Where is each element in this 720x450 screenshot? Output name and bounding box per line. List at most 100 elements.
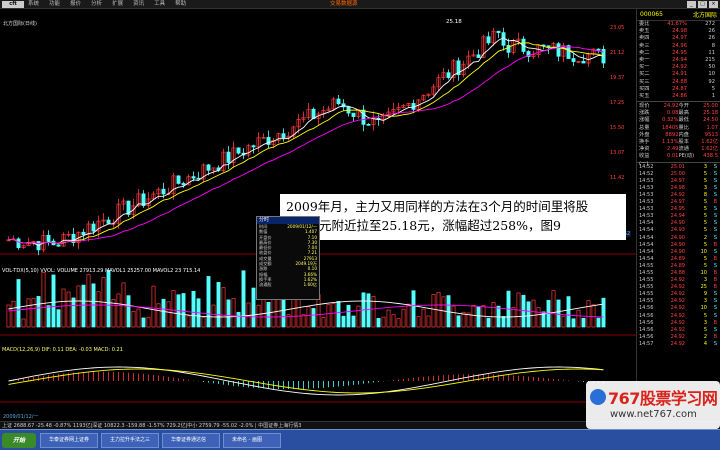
candle-body bbox=[251, 145, 256, 148]
volume-bar bbox=[501, 316, 506, 328]
tick-cell: 24.97 bbox=[670, 199, 685, 206]
taskbar-item[interactable]: 华泰证券通达信 bbox=[162, 433, 220, 448]
tick-row: 14:54 24.90 10 S bbox=[637, 249, 720, 256]
volume-bar bbox=[396, 318, 401, 328]
stat-cell: PE(动) bbox=[678, 153, 695, 160]
candle-body bbox=[361, 109, 366, 125]
volume-bar bbox=[576, 309, 581, 328]
volume-bar bbox=[566, 296, 571, 328]
volume-bar bbox=[46, 305, 51, 328]
annotation-line-2: 价从7元附近拉至25.18元，涨幅超过258%，图9 bbox=[286, 218, 561, 233]
tick-cell: 24.90 bbox=[670, 241, 685, 248]
price-scale-label: 17.25 bbox=[610, 100, 624, 106]
dea-line bbox=[8, 368, 604, 394]
volume-bar bbox=[151, 285, 156, 328]
volume-bar bbox=[201, 317, 206, 328]
volume-bar bbox=[561, 315, 566, 328]
macd-indicator-label: MACD(12,26,9) DIF: 0.11 DEA: -0.03 MACD:… bbox=[2, 347, 123, 353]
tick-cell: S bbox=[713, 206, 717, 213]
volume-bar bbox=[381, 316, 386, 328]
tick-cell: 3 bbox=[703, 277, 707, 284]
menu-item[interactable]: 系统 bbox=[28, 0, 39, 9]
volume-bar bbox=[456, 315, 461, 328]
volume-bar bbox=[601, 297, 606, 328]
tick-row: 14:55 24.88 10 B bbox=[637, 270, 720, 277]
order-cell: 26 bbox=[708, 28, 715, 35]
order-cell: 41.67% bbox=[667, 21, 687, 27]
volume-bar bbox=[596, 317, 601, 328]
start-button[interactable]: 开始 bbox=[2, 433, 36, 448]
volume-bar bbox=[76, 285, 81, 328]
volume-bar bbox=[301, 314, 306, 328]
volume-bar bbox=[346, 304, 351, 328]
price-scale-label: 23.05 bbox=[610, 25, 624, 31]
candle-body bbox=[571, 58, 576, 62]
tick-cell: B bbox=[713, 199, 717, 206]
candle-body bbox=[81, 231, 86, 236]
tick-cell: 24.90 bbox=[670, 220, 685, 227]
volume-bar bbox=[36, 296, 41, 328]
macd-label-text: MACD(12,26,9) DIF: 0.11 DEA: -0.03 MACD:… bbox=[2, 347, 123, 353]
candle-body bbox=[176, 175, 181, 184]
taskbar-item[interactable]: 华泰证券网上证券 bbox=[40, 433, 98, 448]
tick-cell: 14:56 bbox=[639, 319, 654, 326]
tick-cell: 24.92 bbox=[670, 284, 685, 291]
globe-icon bbox=[590, 389, 606, 405]
window-title: 交易数据源 bbox=[330, 1, 358, 7]
tick-cell: 3 bbox=[703, 163, 707, 170]
menu-item[interactable]: 报价 bbox=[70, 0, 81, 9]
tick-cell: 14:55 bbox=[639, 269, 654, 276]
order-cell: 卖四 bbox=[639, 35, 650, 42]
menu-item[interactable]: 功能 bbox=[49, 0, 60, 9]
tick-cell: 5 bbox=[703, 312, 707, 319]
tick-cell: 24.92 bbox=[670, 333, 685, 340]
order-cell: 24.94 bbox=[672, 56, 687, 63]
volume-bar bbox=[21, 318, 26, 328]
volume-bar bbox=[471, 305, 476, 328]
volume-bar bbox=[66, 291, 71, 328]
volume-bar bbox=[106, 270, 111, 328]
tick-cell: 24.95 bbox=[670, 206, 685, 213]
menu-item[interactable]: 分析 bbox=[91, 0, 102, 9]
menu-item[interactable]: 工具 bbox=[154, 0, 165, 9]
volume-bar bbox=[31, 297, 36, 328]
taskbar-items: 华泰证券网上证券 主力拉升手法之三 华泰证券通达信 未命名 - 画图 bbox=[40, 433, 281, 448]
candle-body bbox=[556, 43, 561, 57]
taskbar-item[interactable]: 主力拉升手法之三 bbox=[101, 433, 159, 448]
close-button[interactable]: × bbox=[709, 1, 718, 8]
minimize-button[interactable]: _ bbox=[687, 1, 696, 8]
maximize-button[interactable]: □ bbox=[698, 1, 707, 8]
order-cell: 10 bbox=[708, 71, 715, 78]
menu-item[interactable]: 扩展 bbox=[112, 0, 123, 9]
volume-bar bbox=[136, 308, 141, 328]
tick-row: 14:54 24.89 5 B bbox=[637, 256, 720, 263]
candle-body bbox=[46, 234, 51, 242]
stat-row: 总量 18405 量比 1.07 bbox=[637, 125, 720, 132]
stat-cell: 量比 bbox=[678, 124, 689, 131]
tick-cell: B bbox=[713, 269, 717, 276]
volume-bar bbox=[431, 294, 436, 328]
candle-body bbox=[161, 188, 166, 195]
order-cell: 24.86 bbox=[672, 92, 687, 99]
order-row: 卖二 24.95 11 bbox=[637, 50, 720, 57]
candle-body bbox=[446, 72, 451, 78]
tick-cell: 24.92 bbox=[670, 312, 685, 319]
volume-bar bbox=[441, 296, 446, 328]
volume-bar bbox=[531, 299, 536, 328]
tick-cell: 14:55 bbox=[639, 284, 654, 291]
tick-cell: 24.89 bbox=[670, 262, 685, 269]
order-cell: 1 bbox=[711, 92, 715, 99]
tick-list[interactable]: 14:52 25.01 3 S 14:52 25.00 5 S 14:53 24.97 5 S 14:5… bbox=[637, 164, 720, 348]
tick-cell: 10 bbox=[700, 305, 707, 312]
menu-item[interactable]: 帮助 bbox=[175, 0, 186, 9]
taskbar-item[interactable]: 未命名 - 画图 bbox=[223, 433, 281, 448]
data-window-popup[interactable]: 分时 时间 2009/01/12/一 数值 1.407 开盘价 7.10 最高价 7.30 最低… bbox=[256, 216, 320, 300]
tick-cell: 14:55 bbox=[639, 277, 654, 284]
menu-item[interactable]: 资讯 bbox=[133, 0, 144, 9]
app-logo: cft bbox=[2, 1, 24, 8]
order-cell: 24.88 bbox=[672, 78, 687, 85]
stat-cell: 收益(一) bbox=[639, 153, 650, 167]
tick-cell: 24.92 bbox=[670, 291, 685, 298]
tick-cell: 14:57 bbox=[639, 340, 654, 347]
candle-body bbox=[206, 164, 211, 171]
